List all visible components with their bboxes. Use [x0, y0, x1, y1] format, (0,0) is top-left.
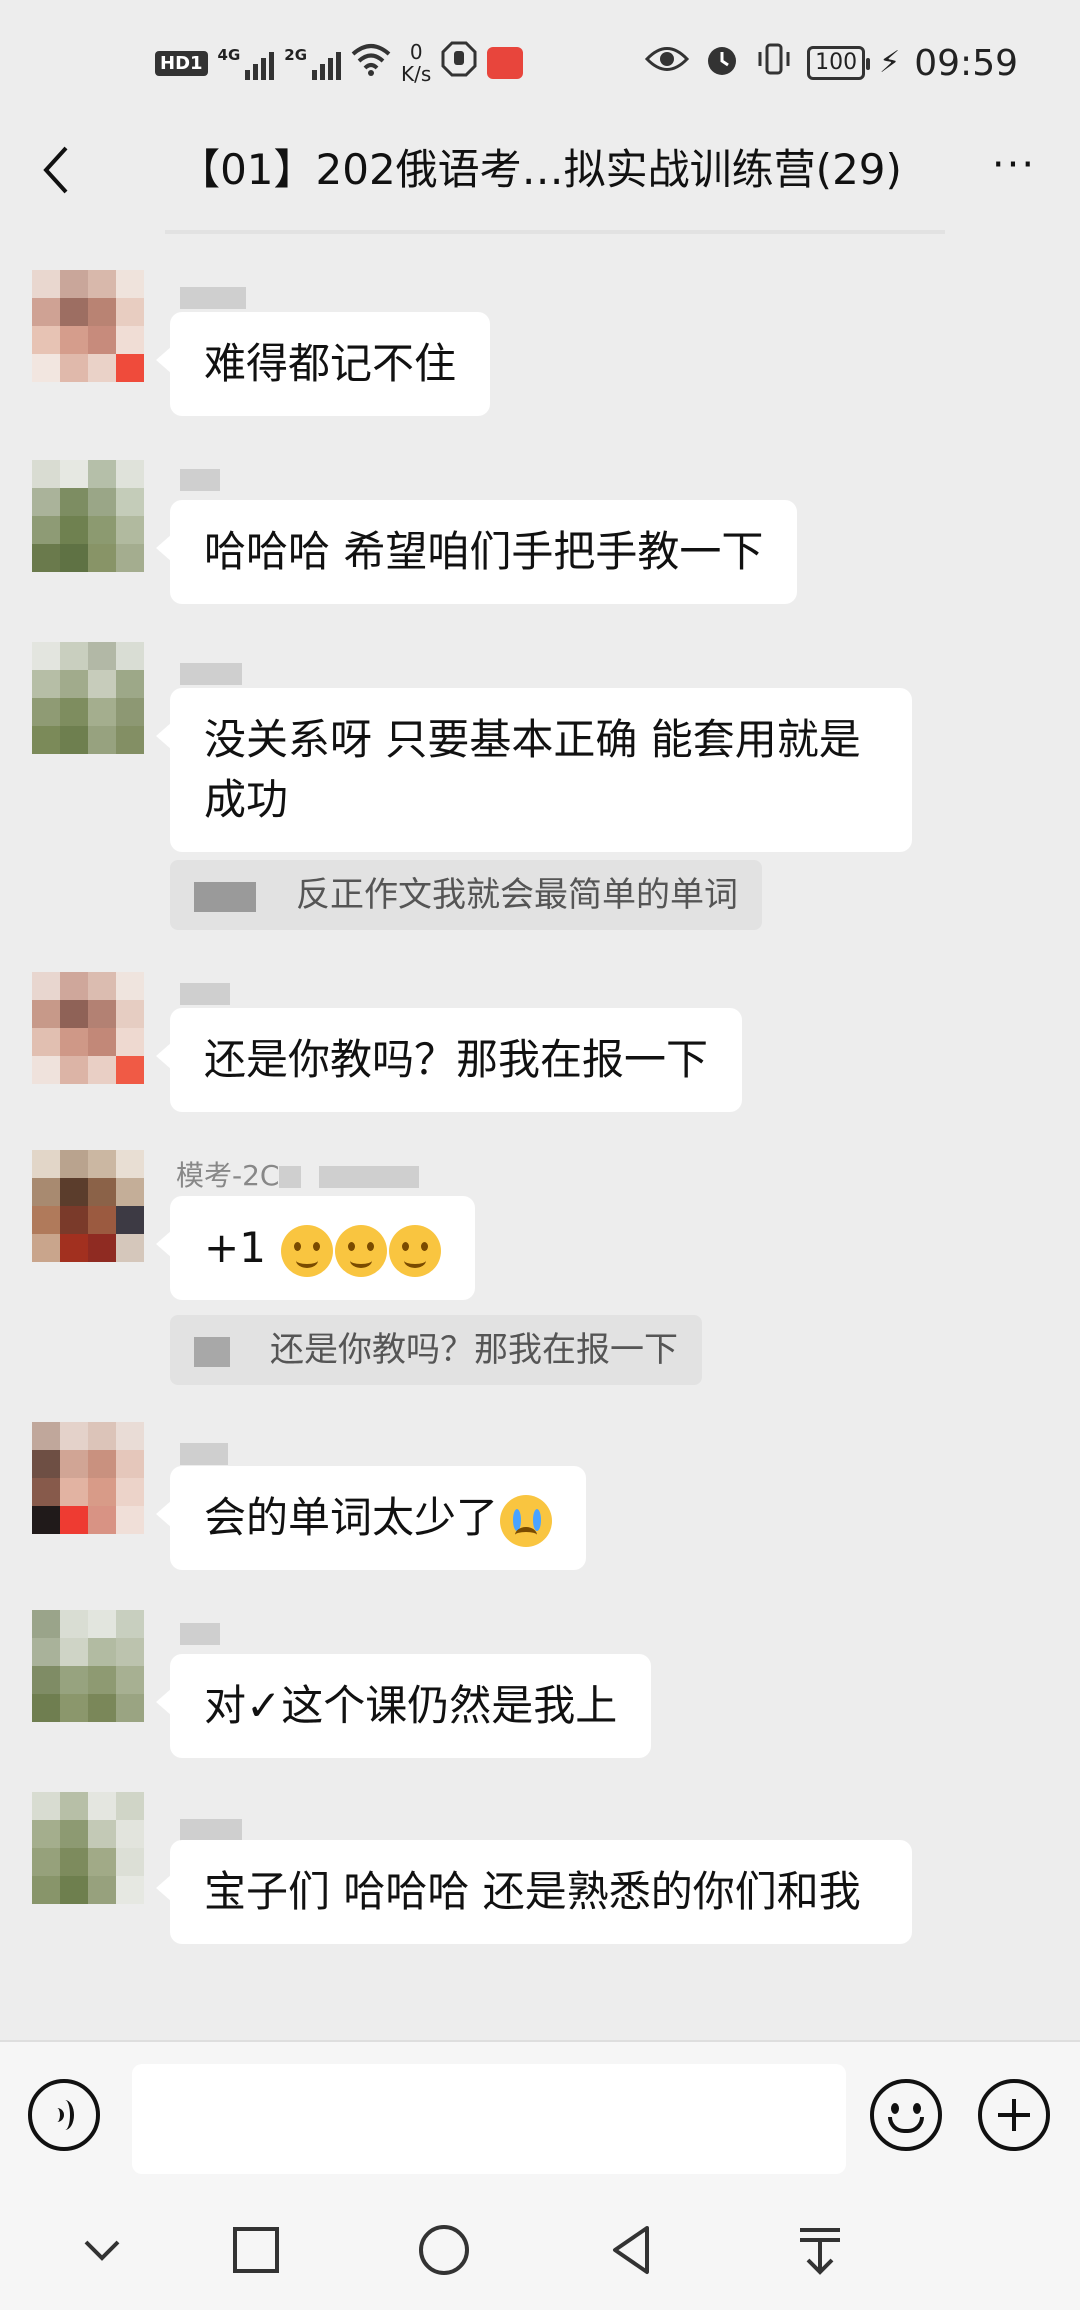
hd-badge: HD1	[155, 50, 208, 76]
hand-stop-icon	[441, 41, 477, 86]
message-input[interactable]	[132, 2064, 846, 2174]
nav-collapse-button[interactable]	[72, 2220, 132, 2280]
plus-icon[interactable]	[978, 2079, 1050, 2151]
nav-pulldown-button[interactable]	[790, 2220, 850, 2280]
avatar[interactable]	[32, 1422, 144, 1534]
sender-name: 模考-2C	[176, 1154, 420, 1192]
message-text: 哈哈哈 希望咱们手把手教一下	[204, 527, 764, 576]
hd-sub: 1	[190, 52, 203, 74]
emoji-icon[interactable]	[870, 2079, 942, 2151]
message-bubble[interactable]: 还是你教吗？那我在报一下	[155, 1008, 743, 1112]
message-bubble[interactable]: 对✓这个课仍然是我上	[155, 1654, 652, 1758]
system-nav-bar	[0, 2190, 1080, 2310]
sender-name	[176, 1436, 228, 1470]
voice-icon[interactable]	[28, 2079, 100, 2151]
status-bar: HD1 4G 2G 0 K/s 100 ⚡ 09:59	[0, 0, 1080, 120]
smiling-face-icon	[389, 1224, 442, 1277]
quoted-message[interactable]: 还是你教吗？那我在报一下	[170, 1315, 702, 1385]
square-icon	[233, 2227, 279, 2273]
smiling-face-icon	[335, 1224, 388, 1277]
message-text: 难得都记不住	[204, 339, 457, 388]
message-text: 对✓这个课仍然是我上	[204, 1681, 618, 1730]
quoted-message[interactable]: 反正作文我就会最简单的单词	[170, 860, 762, 930]
status-right: 100 ⚡ 09:59	[645, 38, 1018, 88]
sender-name-text: 模考-2C	[176, 1159, 280, 1192]
charging-icon: ⚡	[879, 45, 901, 80]
chevron-left-icon	[43, 146, 68, 194]
message-text: 会的单词太少了	[204, 1493, 499, 1542]
sender-name	[176, 976, 230, 1010]
message-bubble[interactable]: 会的单词太少了	[155, 1466, 587, 1570]
wifi-icon	[351, 42, 391, 85]
net1-label: 4G	[217, 46, 241, 64]
status-left: HD1 4G 2G 0 K/s	[155, 38, 524, 88]
crying-face-icon	[500, 1494, 553, 1547]
nav-recents-button[interactable]	[226, 2220, 286, 2280]
back-button[interactable]	[36, 140, 76, 200]
smiling-face-icon	[281, 1224, 334, 1277]
net-speed: 0 K/s	[401, 41, 431, 85]
clock: 09:59	[914, 42, 1018, 84]
signal-4g-icon: 4G	[218, 46, 275, 80]
speed-unit: K/s	[401, 62, 432, 86]
quote-text: 反正作文我就会最简单的单词	[296, 875, 738, 915]
hd-label: HD	[160, 52, 191, 74]
quote-text: 还是你教吗？那我在报一下	[270, 1330, 678, 1370]
avatar[interactable]	[32, 1610, 144, 1722]
vibrate-icon	[755, 40, 793, 87]
input-bar	[0, 2040, 1080, 2192]
avatar[interactable]	[32, 460, 144, 572]
eye-icon	[645, 43, 690, 83]
message-text: 没关系呀 只要基本正确 能套用就是成功	[204, 715, 861, 824]
quote-sender-blur	[194, 881, 256, 912]
sender-name	[176, 280, 246, 314]
triangle-back-icon	[613, 2226, 649, 2274]
signal-2g-icon: 2G	[284, 46, 342, 80]
sender-name	[176, 462, 220, 496]
avatar[interactable]	[32, 1150, 144, 1262]
avatar[interactable]	[32, 642, 144, 754]
app-notification-icon	[487, 47, 524, 79]
more-icon: ···	[991, 142, 1037, 188]
message-bubble[interactable]: 没关系呀 只要基本正确 能套用就是成功	[156, 688, 912, 852]
sender-name	[176, 656, 242, 690]
avatar[interactable]	[32, 1792, 144, 1904]
avatar[interactable]	[32, 972, 144, 1084]
avatar[interactable]	[32, 270, 144, 382]
message-text: +1	[204, 1223, 266, 1272]
chat-title: 【01】202俄语考…拟实战训练营(29)	[178, 145, 902, 194]
quote-sender-blur	[194, 1336, 230, 1367]
more-button[interactable]: ···	[984, 142, 1044, 198]
sender-name	[176, 1616, 220, 1650]
message-bubble[interactable]: 哈哈哈 希望咱们手把手教一下	[155, 500, 798, 604]
message-bubble[interactable]: 宝子们 哈哈哈 还是熟悉的你们和我	[156, 1840, 912, 1944]
battery-icon: 100	[807, 46, 871, 80]
net2-label: 2G	[284, 46, 308, 64]
message-bubble[interactable]: 难得都记不住	[155, 312, 491, 416]
nav-home-button[interactable]	[414, 2220, 474, 2280]
chevron-down-icon	[84, 2240, 120, 2261]
message-text: 还是你教吗？那我在报一下	[204, 1035, 709, 1084]
message-text: 宝子们 哈哈哈 还是熟悉的你们和我	[204, 1867, 861, 1916]
circle-icon	[419, 2225, 469, 2275]
header-divider	[165, 230, 945, 234]
alarm-icon	[703, 40, 741, 87]
nav-back-button[interactable]	[602, 2220, 662, 2280]
chat-header: 【01】202俄语考…拟实战训练营(29) ···	[0, 120, 1080, 220]
pull-down-icon	[800, 2228, 840, 2275]
speed-value: 0	[409, 40, 423, 64]
message-bubble[interactable]: +1	[155, 1196, 476, 1300]
